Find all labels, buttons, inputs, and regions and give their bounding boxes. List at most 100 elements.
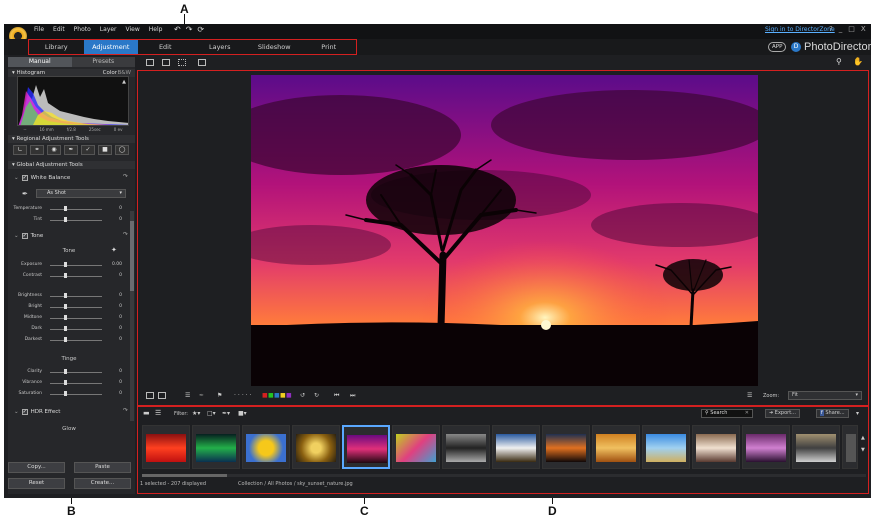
color-label-purple[interactable]: ■ xyxy=(286,392,292,399)
slider-temperature[interactable]: Temperature 0 xyxy=(13,206,122,212)
menu-layer[interactable]: Layer xyxy=(100,26,117,33)
reset-icon[interactable]: ↷ xyxy=(123,407,128,414)
tab-print[interactable]: Print xyxy=(302,40,357,54)
brush-icon[interactable]: ✒ xyxy=(64,145,78,155)
thumbnail[interactable] xyxy=(542,425,590,469)
help-button[interactable]: ? xyxy=(829,25,833,33)
sign-in-link[interactable]: Sign in to DirectorZone xyxy=(765,26,835,33)
white-balance-select[interactable]: As Shot ▾ xyxy=(36,189,126,198)
radial-filter-icon[interactable]: ◯ xyxy=(115,145,129,155)
spot-removal-icon[interactable]: ⚭ xyxy=(30,145,44,155)
thumbnail[interactable] xyxy=(442,425,490,469)
export-button[interactable]: ➜ Export... xyxy=(765,409,800,418)
slider-handle[interactable] xyxy=(64,206,67,211)
chevron-down-icon[interactable]: ▾ xyxy=(856,410,859,417)
paste-button[interactable]: Paste xyxy=(74,462,131,473)
thumbnail[interactable] xyxy=(292,425,340,469)
thumbnail-selected[interactable] xyxy=(342,425,390,469)
hand-tool-icon[interactable]: ✋ xyxy=(853,57,863,66)
thumbnail[interactable] xyxy=(842,425,858,469)
slider-vibrance[interactable]: Vibrance 0 xyxy=(14,380,122,386)
detail-view-icon[interactable]: ☰ xyxy=(155,409,161,417)
next-photo-icon[interactable]: ⏭ xyxy=(350,392,355,400)
close-button[interactable]: X xyxy=(861,25,866,33)
pen-icon[interactable]: ✒ xyxy=(199,392,204,399)
zoom-select[interactable]: Fit ▾ xyxy=(788,391,862,400)
graduated-filter-icon[interactable]: ■ xyxy=(98,145,112,155)
thumbnail[interactable] xyxy=(692,425,740,469)
create-button[interactable]: Create... xyxy=(74,478,131,489)
slider-handle[interactable] xyxy=(64,262,67,267)
slider-handle[interactable] xyxy=(64,315,67,320)
slider-track[interactable] xyxy=(50,329,102,330)
slider-handle[interactable] xyxy=(64,273,67,278)
crop-tool-icon[interactable]: ∟ xyxy=(13,145,27,155)
thumbnail[interactable] xyxy=(492,425,540,469)
rotate-left-icon[interactable]: ↺ xyxy=(300,392,305,399)
slider-track[interactable] xyxy=(50,276,102,277)
scroll-up-icon[interactable]: ▲ xyxy=(861,435,865,441)
scrollbar-thumb[interactable] xyxy=(130,221,134,291)
tab-slideshow[interactable]: Slideshow xyxy=(247,40,302,54)
undo-icon[interactable]: ↶ xyxy=(174,25,181,34)
slider-handle[interactable] xyxy=(64,304,67,309)
compare-view-icon[interactable] xyxy=(198,59,206,66)
slider-handle[interactable] xyxy=(64,326,67,331)
clear-search-icon[interactable]: ✕ xyxy=(745,410,749,417)
slider-track[interactable] xyxy=(50,372,102,373)
slider-track[interactable] xyxy=(50,318,102,319)
tab-layers[interactable]: Layers xyxy=(193,40,248,54)
filter-flag-icon[interactable]: □▾ xyxy=(207,410,216,417)
directorzone-badge[interactable]: D xyxy=(791,42,801,52)
thumbnail[interactable] xyxy=(192,425,240,469)
menu-edit[interactable]: Edit xyxy=(53,26,65,33)
slider-handle[interactable] xyxy=(64,380,67,385)
slider-saturation[interactable]: Saturation 0 xyxy=(14,391,122,397)
app-badge[interactable]: APP xyxy=(768,42,787,52)
color-label-yellow[interactable]: ■ xyxy=(280,392,286,399)
reset-icon[interactable]: ↷ xyxy=(123,231,128,238)
redo-icon[interactable]: ↷ xyxy=(186,25,193,34)
share-button[interactable]: f Share... xyxy=(816,409,849,418)
slider-brightness[interactable]: Brightness 0 xyxy=(14,293,122,299)
auto-tone-icon[interactable]: ✦ xyxy=(111,246,117,254)
menu-photo[interactable]: Photo xyxy=(74,26,91,33)
tab-presets[interactable]: Presets xyxy=(71,57,135,67)
zoom-tool-icon[interactable]: ⚲ xyxy=(836,57,842,66)
tab-adjustment[interactable]: Adjustment xyxy=(83,40,138,54)
red-eye-icon[interactable]: ◉ xyxy=(47,145,61,155)
view-options-icon[interactable]: ☰ xyxy=(747,392,752,399)
filmstrip-scrollbar[interactable] xyxy=(142,474,866,477)
collapse-icon[interactable]: ⌄ xyxy=(14,233,19,239)
copy-button[interactable]: Copy... xyxy=(8,462,65,473)
scrollbar-thumb[interactable] xyxy=(142,474,227,477)
reset-icon[interactable]: ↷ xyxy=(123,173,128,180)
thumbnail[interactable] xyxy=(742,425,790,469)
slider-exposure[interactable]: Exposure 0.00 xyxy=(14,262,122,268)
star-rating[interactable]: ····· xyxy=(234,392,254,399)
tab-edit[interactable]: Edit xyxy=(138,40,193,54)
thumbnail[interactable] xyxy=(592,425,640,469)
thumbnail[interactable] xyxy=(642,425,690,469)
slider-handle[interactable] xyxy=(64,337,67,342)
slider-track[interactable] xyxy=(50,209,102,210)
menu-help[interactable]: Help xyxy=(149,26,163,33)
filter-rating-icon[interactable]: ★▾ xyxy=(192,410,200,417)
slider-track[interactable] xyxy=(50,383,102,384)
restore-button[interactable]: □ xyxy=(848,25,855,33)
slider-track[interactable] xyxy=(50,307,102,308)
slider-track[interactable] xyxy=(50,296,102,297)
slider-darkest[interactable]: Darkest 0 xyxy=(14,337,122,343)
thumbnail[interactable] xyxy=(792,425,840,469)
slider-bright[interactable]: Bright 0 xyxy=(14,304,122,310)
before-after-icon[interactable] xyxy=(158,392,166,399)
thumbnail[interactable] xyxy=(392,425,440,469)
filter-label-icon[interactable]: ■▾ xyxy=(238,410,247,417)
slider-dark[interactable]: Dark 0 xyxy=(14,326,122,332)
flag-icon[interactable]: ☰ xyxy=(185,392,190,399)
gradient-icon[interactable]: ✓ xyxy=(81,145,95,155)
main-photo[interactable] xyxy=(251,75,758,386)
slider-track[interactable] xyxy=(50,394,102,395)
slider-clarity[interactable]: Clarity 0 xyxy=(14,369,122,375)
pick-flag-icon[interactable]: ⚑ xyxy=(217,392,222,399)
